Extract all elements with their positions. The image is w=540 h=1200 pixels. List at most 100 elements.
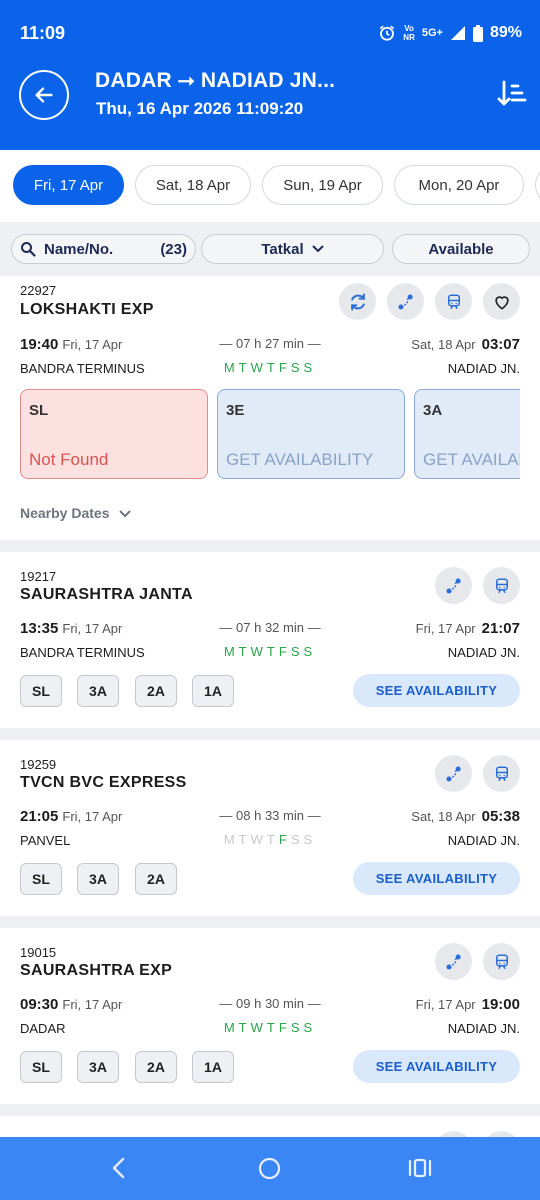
train-number: 22927 <box>20 283 57 298</box>
nav-recents-button[interactable] <box>408 1158 432 1183</box>
class-box-sl[interactable]: SL Not Found <box>20 389 208 479</box>
arrival: Sat, 18 Apr 05:38 <box>411 808 520 825</box>
train-info-button[interactable] <box>483 567 520 604</box>
train-info-button[interactable] <box>483 755 520 792</box>
class-chip-sl[interactable]: SL <box>20 675 62 707</box>
to-station: NADIAD JN. <box>447 1021 520 1036</box>
class-chip-sl[interactable]: SL <box>20 863 62 895</box>
route-icon <box>398 294 413 309</box>
available-label: Available <box>428 240 494 258</box>
arrival-time: 19:00 <box>481 996 520 1013</box>
search-icon <box>21 242 36 257</box>
train-card-22927[interactable]: 22927 LOKSHAKTI EXP 19:40 Fri, 17 Apr — 0… <box>0 276 540 540</box>
available-filter[interactable]: Available <box>392 234 530 264</box>
arrival-time: 21:07 <box>481 620 520 637</box>
train-actions <box>339 283 520 320</box>
class-chip-1a[interactable]: 1A <box>192 675 234 707</box>
date-tab-next[interactable] <box>535 165 540 205</box>
back-button[interactable] <box>19 70 69 120</box>
class-chip-3a[interactable]: 3A <box>77 675 119 707</box>
train-icon <box>447 294 460 309</box>
arrival: Fri, 17 Apr 21:07 <box>416 620 520 637</box>
train-info-button[interactable] <box>483 943 520 980</box>
arrival-date: Sat, 18 Apr <box>411 337 476 352</box>
app-header: 11:09 Vo NR 5G+ 89% DADAR ⭢ NADIAD JN... … <box>0 0 540 150</box>
alarm-icon <box>380 25 395 41</box>
route-button[interactable] <box>387 283 424 320</box>
class-code: SL <box>29 402 49 419</box>
train-card-19259[interactable]: 19259 TVCN BVC EXPRESS 21:05 Fri, 17 Apr … <box>0 740 540 916</box>
route-icon <box>446 954 461 969</box>
battery-icon <box>472 24 483 42</box>
route-button[interactable] <box>435 567 472 604</box>
class-code: 3A <box>423 402 443 419</box>
favourite-button[interactable] <box>483 283 520 320</box>
train-icon <box>495 954 508 969</box>
route-icon <box>446 766 461 781</box>
class-chip-1a[interactable]: 1A <box>192 1051 234 1083</box>
sort-button[interactable] <box>496 78 528 110</box>
route-button[interactable] <box>435 755 472 792</box>
train-icon <box>495 766 508 781</box>
to-station: NADIAD JN. <box>447 833 520 848</box>
date-selector: Fri, 17 Apr Sat, 18 Apr Sun, 19 Apr Mon,… <box>0 150 540 222</box>
arrow-left-icon <box>35 87 53 103</box>
arrival-time: 03:07 <box>481 336 520 353</box>
train-icon <box>495 578 508 593</box>
train-number: 19259 <box>20 757 57 772</box>
chevron-left-icon <box>112 1157 125 1179</box>
date-tab-mon-20[interactable]: Mon, 20 Apr <box>394 165 524 205</box>
home-circle-icon <box>258 1157 281 1180</box>
class-status: Not Found <box>29 450 109 469</box>
train-card-19217[interactable]: 19217 SAURASHTRA JANTA 13:35 Fri, 17 Apr … <box>0 552 540 728</box>
see-availability-button[interactable]: SEE AVAILABILITY <box>353 674 520 707</box>
arrival-date: Fri, 17 Apr <box>415 621 476 636</box>
nav-back-button[interactable] <box>108 1157 130 1184</box>
nav-home-button[interactable] <box>258 1157 281 1185</box>
train-count: (23) <box>160 240 187 258</box>
train-info-button[interactable] <box>435 283 472 320</box>
class-chip-3a[interactable]: 3A <box>77 1051 119 1083</box>
nearby-dates-toggle[interactable]: Nearby Dates <box>20 505 132 521</box>
sort-icon <box>497 80 527 106</box>
filter-bar: Name/No. (23) Tatkal Available <box>0 222 540 276</box>
date-tab-sun-19[interactable]: Sun, 19 Apr <box>262 165 383 205</box>
see-availability-button[interactable]: SEE AVAILABILITY <box>353 1050 520 1083</box>
class-box-3a[interactable]: 3A GET AVAILABILITY <box>414 389 520 479</box>
heart-icon <box>494 295 509 310</box>
train-name: LOKSHAKTI EXP <box>20 301 154 318</box>
battery-percent: 89% <box>489 24 522 41</box>
train-card-partial[interactable] <box>0 1116 540 1137</box>
arrival-date: Sat, 18 Apr <box>411 809 476 824</box>
class-chip-sl[interactable]: SL <box>20 1051 62 1083</box>
route-button[interactable] <box>435 943 472 980</box>
to-station: NADIAD JN. <box>447 361 520 376</box>
class-chip-3a[interactable]: 3A <box>77 863 119 895</box>
arrival: Sat, 18 Apr 03:07 <box>411 336 520 353</box>
train-number: 19015 <box>20 945 57 960</box>
class-box-3e[interactable]: 3E GET AVAILABILITY <box>217 389 405 479</box>
train-actions <box>435 755 520 792</box>
class-chip-2a[interactable]: 2A <box>135 1051 177 1083</box>
to-station: NADIAD JN. <box>447 645 520 660</box>
search-datetime: Thu, 16 Apr 2026 11:09:20 <box>96 99 304 118</box>
train-name: SAURASHTRA EXP <box>20 962 173 979</box>
class-status: GET AVAILABILITY <box>423 450 520 469</box>
train-number: 19217 <box>20 569 57 584</box>
see-availability-button[interactable]: SEE AVAILABILITY <box>353 862 520 895</box>
quota-dropdown[interactable]: Tatkal <box>201 234 384 264</box>
train-card-19015[interactable]: 19015 SAURASHTRA EXP 09:30 Fri, 17 Apr — … <box>0 928 540 1104</box>
train-actions <box>435 567 520 604</box>
recents-icon <box>408 1158 432 1178</box>
refresh-button[interactable] <box>339 283 376 320</box>
date-tab-sat-18[interactable]: Sat, 18 Apr <box>135 165 251 205</box>
name-number-filter[interactable]: Name/No. (23) <box>11 234 196 264</box>
name-filter-label: Name/No. <box>44 240 114 258</box>
arrival: Fri, 17 Apr 19:00 <box>416 996 520 1013</box>
class-chip-2a[interactable]: 2A <box>135 675 177 707</box>
chevron-down-icon <box>119 510 132 518</box>
class-chip-2a[interactable]: 2A <box>135 863 177 895</box>
train-actions <box>435 943 520 980</box>
class-code: 3E <box>226 402 245 419</box>
date-tab-fri-17[interactable]: Fri, 17 Apr <box>13 165 124 205</box>
